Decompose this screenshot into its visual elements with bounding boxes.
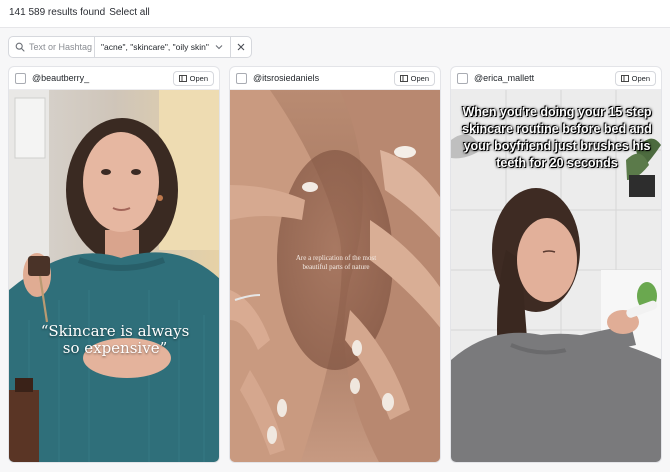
open-button-label: Open [189, 73, 208, 83]
video-caption: Are a replication of the most beautiful … [295, 254, 377, 271]
video-thumbnail[interactable]: “Skincare is always so expensive” [9, 90, 219, 462]
card-select-checkbox[interactable] [15, 72, 26, 84]
card-handle: @beautberry_ [32, 73, 90, 83]
open-button-label: Open [410, 73, 429, 83]
results-count: 141 589 results found Select all [9, 7, 150, 18]
open-panel-icon [399, 74, 408, 82]
card-header: @itsrosiedaniels Open [230, 67, 440, 90]
open-button[interactable]: Open [393, 70, 435, 86]
chevron-down-icon [215, 45, 223, 50]
card-select-checkbox[interactable] [457, 72, 468, 84]
hashtag-select[interactable]: "acne", "skincare", "oily skin" [95, 37, 231, 57]
close-icon [237, 43, 245, 51]
select-all-link[interactable]: Select all [109, 7, 150, 18]
thumbnail-image [9, 90, 219, 462]
card-header: @erica_mallett Open [451, 67, 661, 90]
card-handle: @erica_mallett [474, 73, 535, 83]
open-button[interactable]: Open [172, 70, 214, 86]
thumbnail-image [230, 90, 440, 462]
clear-filter-button[interactable] [231, 37, 251, 57]
open-panel-icon [178, 74, 187, 82]
video-thumbnail[interactable]: Are a replication of the most beautiful … [230, 90, 440, 462]
card-header: @beautberry_ Open [9, 67, 219, 90]
open-button-label: Open [631, 73, 650, 83]
result-card: @beautberry_ Open “Skincare is always so… [8, 66, 220, 463]
card-handle: @itsrosiedaniels [253, 73, 320, 83]
open-button[interactable]: Open [614, 70, 656, 86]
search-input[interactable] [29, 42, 99, 52]
result-card: @erica_mallett Open When you're doing yo… [450, 66, 662, 463]
card-select-checkbox[interactable] [236, 72, 247, 84]
search-icon [15, 42, 25, 52]
results-count-text: 141 589 results found [9, 7, 106, 18]
results-bar: 141 589 results found Select all [0, 0, 670, 28]
result-card: @itsrosiedaniels Open Are a replication … [229, 66, 441, 463]
video-caption: When you're doing your 15 step skincare … [462, 105, 652, 170]
filter-bar: "acne", "skincare", "oily skin" [8, 36, 252, 58]
video-thumbnail[interactable]: When you're doing your 15 step skincare … [451, 90, 661, 462]
search-field[interactable] [9, 37, 99, 57]
hashtag-select-value: "acne", "skincare", "oily skin" [101, 42, 209, 52]
video-caption: “Skincare is always so expensive” [40, 322, 190, 357]
open-panel-icon [620, 74, 629, 82]
